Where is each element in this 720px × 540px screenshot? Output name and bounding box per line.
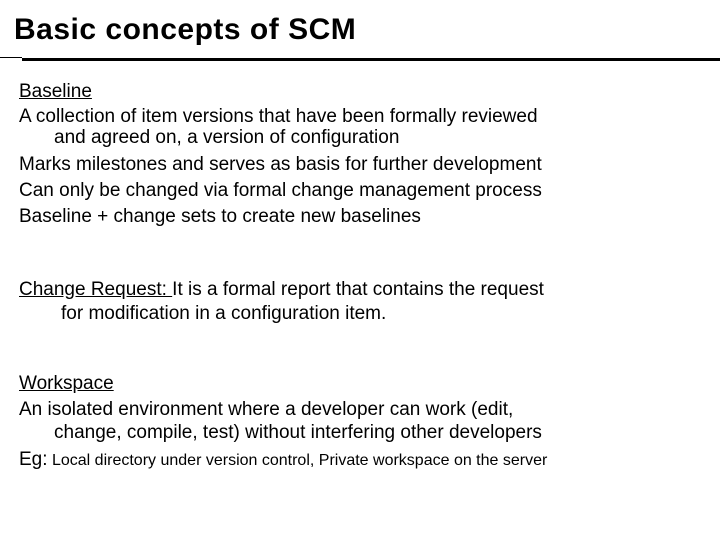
slide-title: Basic concepts of SCM (14, 13, 357, 46)
change-request-text-1: It is a formal report that contains the … (172, 279, 544, 300)
baseline-line-5: Baseline + change sets to create new bas… (19, 206, 421, 227)
baseline-line-4: Can only be changed via formal change ma… (19, 180, 542, 201)
title-divider (22, 58, 720, 61)
change-request-heading: Change Request: (19, 279, 173, 300)
baseline-line-3: Marks milestones and serves as basis for… (19, 154, 542, 175)
workspace-example-prefix: Eg: (19, 449, 48, 470)
workspace-line-2: change, compile, test) without interferi… (54, 422, 542, 443)
workspace-example-text: Local directory under version control, P… (47, 452, 548, 469)
workspace-line-1: An isolated environment where a develope… (19, 399, 514, 420)
workspace-example: Eg: Local directory under version contro… (19, 448, 547, 473)
baseline-heading: Baseline (19, 81, 92, 102)
title-rule-tick (0, 57, 22, 58)
change-request-text-2: for modification in a configuration item… (61, 303, 387, 324)
baseline-line-2: and agreed on, a version of configuratio… (54, 127, 400, 148)
workspace-heading: Workspace (19, 373, 114, 394)
change-request-paragraph: Change Request: It is a formal report th… (19, 278, 544, 302)
